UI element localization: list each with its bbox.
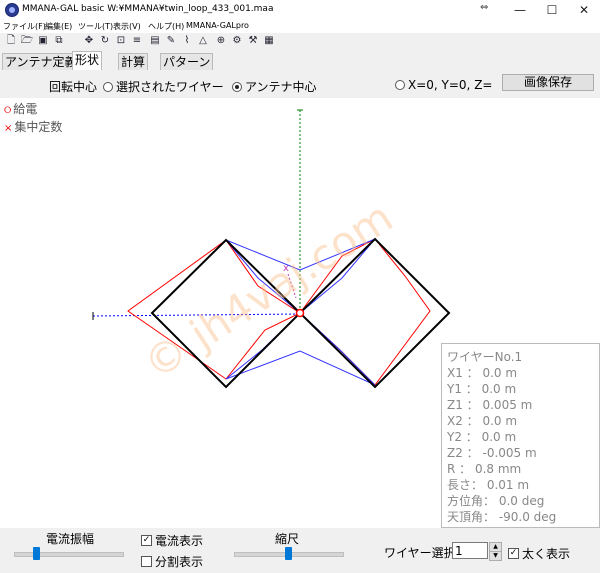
wire-info-radius: R ： 0.8 mm <box>447 462 522 476</box>
new-file-icon[interactable]: 🗋 <box>4 34 18 48</box>
wire-select-label: ワイヤー選択 <box>384 546 456 560</box>
tab-bar: アンテナ定義 形状 計算 パターン <box>0 51 600 71</box>
rotate-icon[interactable]: ↻ <box>98 34 112 48</box>
current-display-check-icon[interactable]: ✓ <box>141 535 152 546</box>
triangle-icon[interactable]: △ <box>196 34 210 48</box>
menu-tools[interactable]: ツール(T) <box>78 21 113 32</box>
gear-icon[interactable]: ⚙ <box>230 34 244 48</box>
current-amplitude-slider[interactable] <box>14 552 124 557</box>
radio-antenna-center[interactable]: アンテナ中心 <box>232 78 317 95</box>
wire-info-z1: Z1 ： 0.005 m <box>447 398 533 412</box>
tab-calculation[interactable]: 計算 <box>118 53 149 70</box>
split-display-checkbox[interactable]: 分割表示 <box>141 553 203 570</box>
current-amplitude-slider-thumb[interactable] <box>32 547 40 560</box>
rotation-center-label: 回転中心 <box>49 80 98 94</box>
menu-pro[interactable]: MMANA-GALpro <box>186 21 249 30</box>
app-icon[interactable] <box>5 3 19 17</box>
tab-antenna-definition[interactable]: アンテナ定義 <box>2 53 80 70</box>
menu-bar: ファイル(F) 編集(E) ツール(T) 表示(V) ヘルプ(H) MMANA-… <box>0 20 600 33</box>
menu-help[interactable]: ヘルプ(H) <box>148 21 184 32</box>
copy-icon[interactable]: ⧉ <box>52 34 66 48</box>
scale-label: 縮尺 <box>275 532 300 546</box>
draw-icon[interactable]: ⌇ <box>180 34 194 48</box>
wire-select-input[interactable]: 1 <box>452 542 488 559</box>
save-image-button[interactable]: 画像保存 <box>502 74 594 91</box>
close-button[interactable]: ✕ <box>568 0 600 20</box>
menu-edit[interactable]: 編集(E) <box>45 21 72 32</box>
radio-origin[interactable]: X=0, Y=0, Z= <box>395 78 497 92</box>
stretch-icon[interactable]: ⊡ <box>114 34 128 48</box>
open-folder-icon[interactable]: 🗁 <box>20 34 34 48</box>
tools-icon[interactable]: ⚒ <box>246 34 260 48</box>
calculator-icon[interactable]: ▦ <box>262 34 276 48</box>
geometry-canvas[interactable]: ⭘ 給電 × 集中定数 x © jh4vaj.com ワイヤーNo.1 X1 ： 0… <box>0 98 600 528</box>
current-amplitude-label: 電流振幅 <box>46 532 95 546</box>
split-display-label: 分割表示 <box>155 555 204 569</box>
radio-origin-label: X=0, Y=0, Z= <box>408 78 493 92</box>
bold-display-checkbox[interactable]: ✓ 太く表示 <box>508 545 570 562</box>
edit-icon[interactable]: ✎ <box>164 34 178 48</box>
scale-slider-thumb[interactable] <box>285 547 292 560</box>
wire-info-x1: X1 ： 0.0 m <box>447 366 518 380</box>
current-display-checkbox[interactable]: ✓ 電流表示 <box>141 532 203 549</box>
minimize-button[interactable]: — <box>504 0 536 20</box>
current-display-label: 電流表示 <box>155 534 204 548</box>
window-title: MMANA-GAL basic W:¥MMANA¥twin_loop_433_0… <box>22 4 274 14</box>
wire-info-title: ワイヤーNo.1 <box>447 350 523 364</box>
title-bar[interactable]: MMANA-GAL basic W:¥MMANA¥twin_loop_433_0… <box>0 0 600 20</box>
split-display-check-icon[interactable] <box>141 556 152 567</box>
wire-info-z2: Z2 ： -0.005 m <box>447 446 537 460</box>
wire-info-azimuth: 方位角： 0.0 deg <box>447 494 545 508</box>
document-icon[interactable]: ▤ <box>148 34 162 48</box>
wire-info-zenith: 天頂角： -90.0 deg <box>447 510 557 524</box>
radio-antenna-center-label: アンテナ中心 <box>245 80 317 94</box>
radio-selected-wire[interactable]: 選択されたワイヤー <box>103 78 224 95</box>
split-icon[interactable]: ≡ <box>130 34 144 48</box>
menu-view[interactable]: 表示(V) <box>113 21 141 32</box>
wire-info-y2: Y2 ： 0.0 m <box>447 430 517 444</box>
radio-selected-wire-label: 選択されたワイヤー <box>116 80 224 94</box>
save-icon[interactable]: ▣ <box>36 34 50 48</box>
wire-info-length: 長さ： 0.01 m <box>447 478 530 492</box>
tab-geometry[interactable]: 形状 <box>72 51 103 71</box>
wire-info-panel: ワイヤーNo.1 X1 ： 0.0 m Y1 ： 0.0 m Z1 ： 0.00… <box>441 343 600 528</box>
toolbar: 🗋 🗁 ▣ ⧉ ✥ ↻ ⊡ ≡ ▤ ✎ ⌇ △ ⊕ ⚙ ⚒ ▦ <box>0 33 600 51</box>
bold-display-check-icon[interactable]: ✓ <box>508 548 519 559</box>
resize-arrows-icon: ⇔ <box>480 2 489 13</box>
bold-display-label: 太く表示 <box>522 547 571 561</box>
wire-info-x2: X2 ： 0.0 m <box>447 414 518 428</box>
maximize-button[interactable]: ☐ <box>536 0 568 20</box>
target-icon[interactable]: ⊕ <box>214 34 228 48</box>
wire-select-down-button[interactable]: ▼ <box>489 551 502 561</box>
menu-file[interactable]: ファイル(F) <box>3 21 46 32</box>
tab-pattern[interactable]: パターン <box>160 53 214 70</box>
wire-info-y1: Y1 ： 0.0 m <box>447 382 517 396</box>
move-icon[interactable]: ✥ <box>82 34 96 48</box>
feed-point-marker[interactable] <box>295 308 305 318</box>
